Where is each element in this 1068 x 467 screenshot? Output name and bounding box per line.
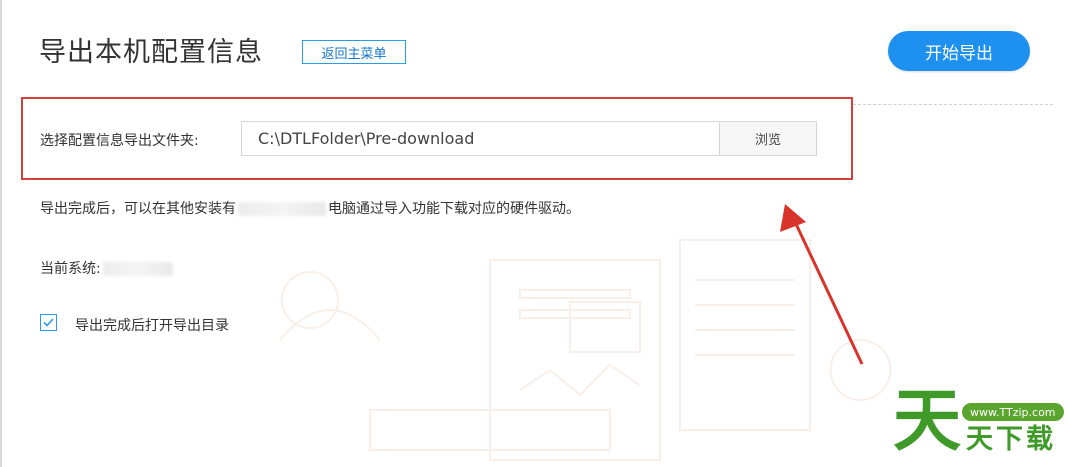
window-left-border: [0, 0, 2, 467]
watermark-url: www.TTzip.com: [962, 403, 1064, 421]
info-text-after: 电脑通过导入功能下载对应的硬件驱动。: [328, 201, 580, 217]
watermark-logo-char: 天: [893, 382, 962, 461]
export-folder-label: 选择配置信息导出文件夹:: [40, 133, 199, 149]
current-system-row: 当前系统:: [40, 258, 175, 278]
open-folder-after-export-label: 导出完成后打开导出目录: [75, 318, 229, 334]
redacted-system-value: [102, 262, 173, 276]
export-info-text: 导出完成后，可以在其他安装有 电脑通过导入功能下载对应的硬件驱动。: [40, 198, 580, 218]
export-folder-path-input[interactable]: [241, 121, 720, 156]
start-export-button[interactable]: 开始导出: [888, 31, 1030, 71]
info-text-before: 导出完成后，可以在其他安装有: [40, 201, 236, 217]
watermark-text: 天下载: [966, 424, 1056, 455]
redacted-text: [238, 202, 326, 216]
back-to-main-menu-button[interactable]: 返回主菜单: [302, 40, 406, 64]
background-illustration: [279, 239, 892, 461]
open-folder-after-export-checkbox[interactable]: [40, 314, 57, 331]
divider: [853, 104, 1053, 105]
checkmark-icon: [43, 318, 54, 327]
browse-button[interactable]: 浏览: [719, 121, 817, 156]
current-system-label: 当前系统:: [40, 261, 101, 277]
page-title: 导出本机配置信息: [39, 37, 263, 68]
